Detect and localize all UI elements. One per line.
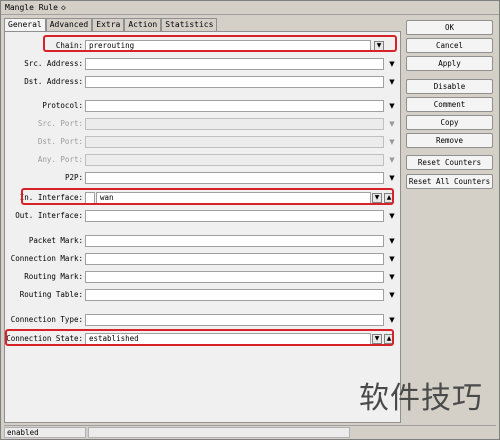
routing-table-label: Routing Table:: [19, 290, 83, 299]
p2p-row: P2P: ▼: [5, 172, 402, 184]
connection-mark-select[interactable]: [85, 253, 384, 265]
connection-state-highlight: [5, 329, 394, 346]
out-interface-label: Out. Interface:: [15, 211, 83, 220]
out-interface-row: Out. Interface: ▼: [5, 210, 402, 222]
status-cell-empty: [88, 427, 350, 438]
reset-all-counters-button[interactable]: Reset All Counters: [406, 174, 493, 189]
ok-button[interactable]: OK: [406, 20, 493, 35]
protocol-input[interactable]: [85, 100, 384, 112]
tab-statistics[interactable]: Statistics: [161, 18, 218, 31]
connection-mark-row: Connection Mark: ▼: [5, 253, 402, 265]
general-panel: Chain: prerouting ▼ Src. Address: ▼ Dst.…: [4, 31, 401, 423]
src-port-input: [85, 118, 384, 130]
p2p-dropdown-icon[interactable]: ▼: [387, 172, 397, 184]
watermark-text: 软件技巧: [359, 381, 483, 416]
any-port-label: Any. Port:: [37, 155, 83, 164]
packet-mark-label: Packet Mark:: [28, 236, 83, 245]
cancel-button[interactable]: Cancel: [406, 38, 493, 53]
tab-general[interactable]: General: [4, 18, 46, 32]
comment-button[interactable]: Comment: [406, 97, 493, 112]
routing-table-row: Routing Table: ▼: [5, 289, 402, 301]
copy-button[interactable]: Copy: [406, 115, 493, 130]
tab-action[interactable]: Action: [124, 18, 162, 31]
routing-table-dropdown-icon[interactable]: ▼: [387, 289, 397, 301]
routing-mark-select[interactable]: [85, 271, 384, 283]
dst-port-row: Dst. Port: ▼: [5, 136, 402, 148]
connection-type-select[interactable]: [85, 314, 384, 326]
src-port-row: Src. Port: ▼: [5, 118, 402, 130]
title-bar: Mangle Rule ◇: [1, 1, 499, 15]
protocol-label: Protocol:: [42, 101, 83, 110]
dst-address-dropdown-icon[interactable]: ▼: [387, 76, 397, 88]
p2p-label: P2P:: [64, 173, 83, 182]
src-address-input[interactable]: [85, 58, 384, 70]
protocol-dropdown-icon[interactable]: ▼: [387, 100, 397, 112]
dst-port-label: Dst. Port:: [37, 137, 83, 146]
protocol-row: Protocol: ▼: [5, 100, 402, 112]
out-interface-dropdown-icon[interactable]: ▼: [387, 210, 397, 222]
connection-type-row: Connection Type: ▼: [5, 314, 402, 326]
src-port-label: Src. Port:: [37, 119, 83, 128]
any-port-dropdown-icon: ▼: [389, 156, 395, 164]
routing-table-select[interactable]: [85, 289, 384, 301]
routing-mark-dropdown-icon[interactable]: ▼: [387, 271, 397, 283]
reset-counters-button[interactable]: Reset Counters: [406, 155, 493, 170]
dst-address-label: Dst. Address:: [24, 77, 83, 86]
dst-port-input: [85, 136, 384, 148]
tab-strip: General Advanced Extra Action Statistics: [4, 18, 218, 32]
connection-mark-dropdown-icon[interactable]: ▼: [387, 253, 397, 265]
remove-button[interactable]: Remove: [406, 133, 493, 148]
any-port-input: [85, 154, 384, 166]
packet-mark-dropdown-icon[interactable]: ▼: [387, 235, 397, 247]
chain-highlight: [43, 35, 397, 52]
connection-type-dropdown-icon[interactable]: ▼: [387, 314, 397, 326]
mangle-rule-window: Mangle Rule ◇ General Advanced Extra Act…: [0, 0, 500, 440]
tab-advanced[interactable]: Advanced: [45, 18, 93, 31]
dst-address-row: Dst. Address: ▼: [5, 76, 402, 88]
window-title: Mangle Rule: [5, 3, 58, 12]
src-port-dropdown-icon: ▼: [389, 120, 395, 128]
p2p-select[interactable]: [85, 172, 384, 184]
routing-mark-row: Routing Mark: ▼: [5, 271, 402, 283]
packet-mark-select[interactable]: [85, 235, 384, 247]
packet-mark-row: Packet Mark: ▼: [5, 235, 402, 247]
connection-type-label: Connection Type:: [10, 315, 83, 324]
restore-icon[interactable]: ◇: [61, 3, 66, 12]
in-interface-highlight: [21, 188, 394, 205]
dst-port-dropdown-icon: ▼: [389, 138, 395, 146]
src-address-dropdown-icon[interactable]: ▼: [387, 58, 397, 70]
apply-button[interactable]: Apply: [406, 56, 493, 71]
tab-extra[interactable]: Extra: [92, 18, 125, 31]
status-enabled: enabled: [4, 427, 86, 438]
src-address-label: Src. Address:: [24, 59, 83, 68]
connection-mark-label: Connection Mark:: [10, 254, 83, 263]
disable-button[interactable]: Disable: [406, 79, 493, 94]
any-port-row: Any. Port: ▼: [5, 154, 402, 166]
src-address-row: Src. Address: ▼: [5, 58, 402, 70]
dst-address-input[interactable]: [85, 76, 384, 88]
out-interface-select[interactable]: [85, 210, 384, 222]
routing-mark-label: Routing Mark:: [24, 272, 83, 281]
status-bar: enabled: [4, 425, 496, 438]
